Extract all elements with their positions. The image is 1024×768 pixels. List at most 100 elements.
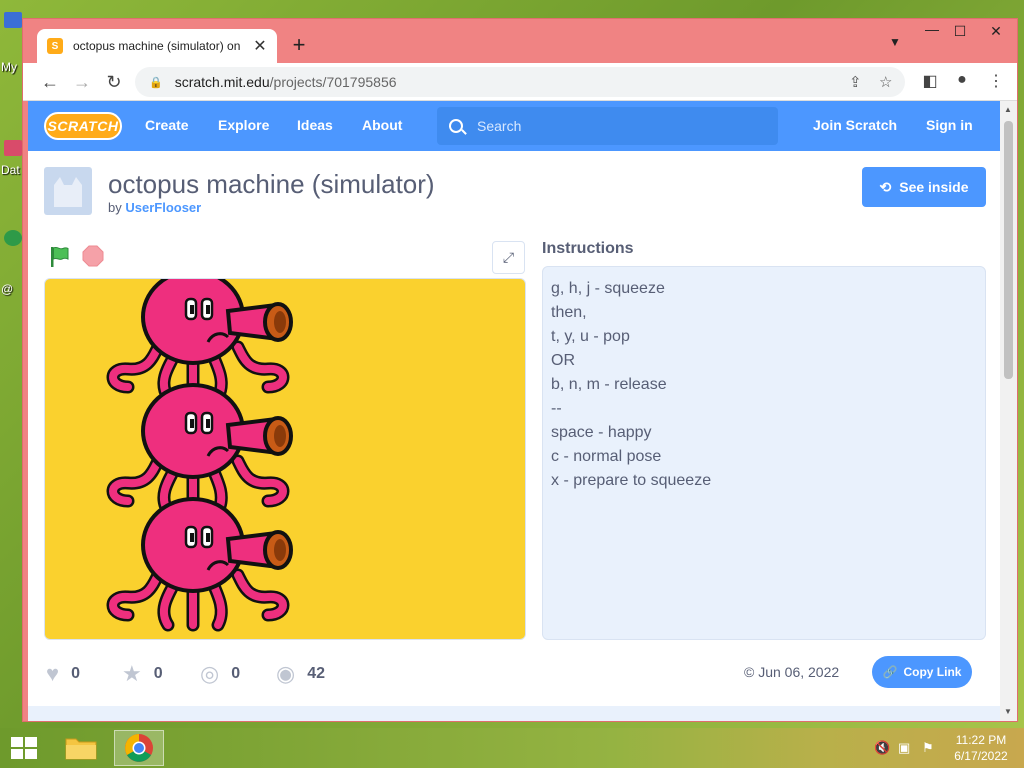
remix-count: 0 xyxy=(231,665,241,682)
action-center-icon[interactable]: ⚑ xyxy=(922,740,934,756)
share-icon[interactable]: ⇪ xyxy=(849,73,862,91)
maximize-button[interactable]: ☐ xyxy=(945,23,975,40)
copy-link-label: Copy Link xyxy=(903,665,962,679)
by-prefix: by xyxy=(108,200,122,215)
scratch-favicon-icon: S xyxy=(47,38,63,54)
remix-arrows-icon: ⟲ xyxy=(879,178,892,195)
web-page: SCRATCH Create Explore Ideas About Join … xyxy=(28,101,1000,721)
instruction-line: then, xyxy=(551,304,587,321)
search-input[interactable] xyxy=(477,118,757,134)
clock-time: 11:22 PM xyxy=(955,733,1007,747)
file-explorer-app[interactable] xyxy=(56,730,106,766)
eye-icon: ◉ xyxy=(276,661,296,686)
system-clock[interactable]: 11:22 PM 6/17/2022 xyxy=(950,732,1012,764)
stop-sign-icon[interactable] xyxy=(82,245,104,267)
instruction-line: b, n, m - release xyxy=(551,376,667,393)
back-arrow-icon[interactable]: ← xyxy=(37,69,63,95)
forward-arrow-icon[interactable]: → xyxy=(69,69,95,95)
copy-link-button[interactable]: 🔗 Copy Link xyxy=(872,656,972,688)
folder-icon xyxy=(65,738,97,760)
heart-icon: ♥ xyxy=(46,661,60,686)
profile-avatar-icon[interactable]: ● xyxy=(951,71,973,89)
browser-toolbar: ← → ↻ 🔒 scratch.mit.edu /projects/701795… xyxy=(23,63,1017,101)
instruction-line: c - normal pose xyxy=(551,448,662,465)
sign-in-link[interactable]: Sign in xyxy=(926,117,973,133)
desktop-icon-data[interactable] xyxy=(4,140,22,156)
search-box[interactable] xyxy=(437,107,778,145)
clock-date: 6/17/2022 xyxy=(954,749,1008,763)
project-content: octopus machine (simulator) by UserFloos… xyxy=(28,151,1000,721)
desktop-icon-label: My xyxy=(1,60,17,74)
tab-title: octopus machine (simulator) on S xyxy=(73,39,243,53)
nav-explore[interactable]: Explore xyxy=(218,117,269,133)
favorite-stat[interactable]: ★ 0 xyxy=(122,661,163,687)
chrome-app[interactable] xyxy=(114,730,164,766)
lock-icon: 🔒 xyxy=(149,76,163,89)
instruction-line: OR xyxy=(551,352,575,369)
join-scratch-link[interactable]: Join Scratch xyxy=(813,117,897,133)
remix-stat: ◎ 0 xyxy=(200,661,240,687)
see-inside-button[interactable]: ⟲ See inside xyxy=(862,167,986,207)
url-host: scratch.mit.edu xyxy=(174,74,270,90)
instructions-heading: Instructions xyxy=(542,240,634,257)
side-panel-icon[interactable]: ◧ xyxy=(919,71,941,91)
tab-strip: S octopus machine (simulator) on S ✕ + ▼… xyxy=(23,19,1017,63)
instruction-line: t, y, u - pop xyxy=(551,328,630,345)
favorite-count: 0 xyxy=(153,665,163,682)
nav-ideas[interactable]: Ideas xyxy=(297,117,333,133)
love-count: 0 xyxy=(71,665,80,682)
desktop-icon-label: @ xyxy=(1,282,14,296)
taskbar: 🔇 ▣ ⚑ 11:22 PM 6/17/2022 xyxy=(0,728,1024,768)
close-window-button[interactable]: ✕ xyxy=(981,23,1011,40)
volume-muted-icon[interactable]: 🔇 xyxy=(874,740,890,756)
instruction-line: g, h, j - squeeze xyxy=(551,280,665,297)
new-tab-button[interactable]: + xyxy=(287,33,311,57)
menu-kebab-icon[interactable]: ⋮ xyxy=(985,71,1007,91)
fullscreen-button[interactable]: ⤢ xyxy=(492,241,525,274)
windows-start-icon[interactable] xyxy=(10,736,38,760)
project-title: octopus machine (simulator) xyxy=(108,169,435,199)
scratch-logo[interactable]: SCRATCH xyxy=(44,112,122,140)
nav-create[interactable]: Create xyxy=(145,117,189,133)
scratch-navbar: SCRATCH Create Explore Ideas About Join … xyxy=(28,101,1000,151)
project-stage[interactable] xyxy=(44,278,526,640)
tab-search-chevron-icon[interactable]: ▼ xyxy=(889,35,901,49)
project-panel: octopus machine (simulator) by UserFloos… xyxy=(28,151,1000,706)
view-count: 42 xyxy=(307,665,325,682)
minimize-button[interactable]: — xyxy=(917,21,947,37)
scratch-cat-icon xyxy=(54,177,82,207)
see-inside-label: See inside xyxy=(899,179,969,195)
author-avatar[interactable] xyxy=(44,167,92,215)
nav-about[interactable]: About xyxy=(362,117,402,133)
scroll-up-icon[interactable]: ▲ xyxy=(1004,105,1012,114)
browser-tab[interactable]: S octopus machine (simulator) on S ✕ xyxy=(37,29,277,63)
views-stat: ◉ 42 xyxy=(276,661,325,687)
love-stat[interactable]: ♥ 0 xyxy=(46,661,80,687)
star-icon: ★ xyxy=(122,661,142,686)
desktop-icon-computer[interactable] xyxy=(4,12,22,28)
chrome-icon xyxy=(125,734,153,762)
reload-icon[interactable]: ↻ xyxy=(101,69,127,95)
tab-close-icon[interactable]: ✕ xyxy=(251,36,269,56)
remix-spiral-icon: ◎ xyxy=(200,661,220,686)
expand-icon: ⤢ xyxy=(502,249,515,265)
address-bar[interactable]: 🔒 scratch.mit.edu /projects/701795856 ⇪ … xyxy=(135,67,905,97)
scroll-down-icon[interactable]: ▼ xyxy=(1004,707,1012,716)
network-icon[interactable]: ▣ xyxy=(898,740,910,756)
search-icon xyxy=(449,119,463,133)
page-scrollbar[interactable]: ▲ ▼ xyxy=(1000,101,1017,721)
instruction-line: -- xyxy=(551,400,562,417)
octopus-sprites xyxy=(45,279,526,640)
bookmark-star-icon[interactable]: ☆ xyxy=(879,73,892,91)
desktop-icon-app[interactable] xyxy=(4,230,22,246)
green-flag-icon[interactable] xyxy=(48,245,72,269)
link-icon: 🔗 xyxy=(882,665,898,679)
desktop-icon-label: Dat xyxy=(1,163,20,177)
browser-window: S octopus machine (simulator) on S ✕ + ▼… xyxy=(22,18,1018,722)
project-byline: by UserFlooser xyxy=(108,200,201,215)
project-date: © Jun 06, 2022 xyxy=(744,664,840,680)
scroll-thumb[interactable] xyxy=(1004,121,1013,379)
instruction-line: x - prepare to squeeze xyxy=(551,472,712,489)
author-link[interactable]: UserFlooser xyxy=(125,200,201,215)
url-path: /projects/701795856 xyxy=(269,74,397,90)
